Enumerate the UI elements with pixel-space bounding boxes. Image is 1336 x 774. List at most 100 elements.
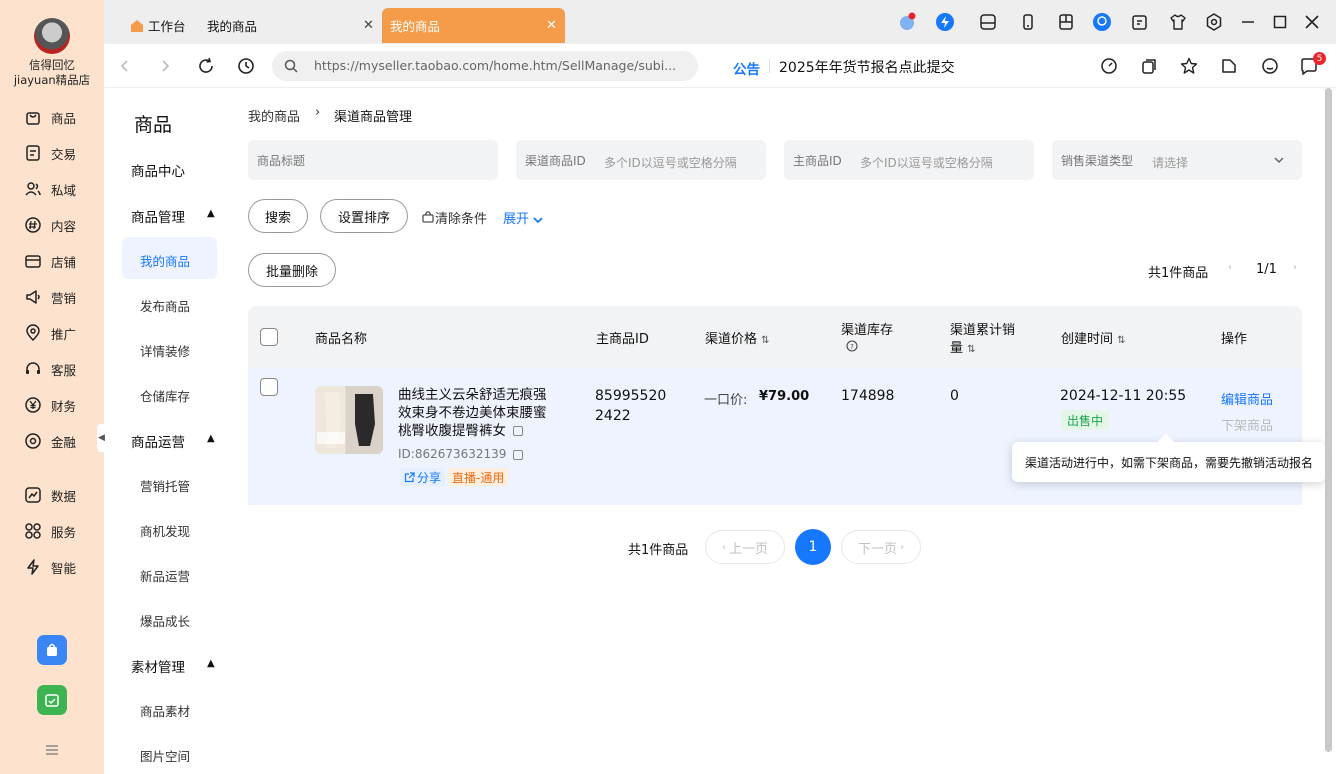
prev-page-button[interactable]: ‹ 上一页 — [705, 530, 785, 564]
search-button[interactable]: 搜索 — [248, 199, 308, 233]
phone-icon[interactable] — [1018, 12, 1038, 32]
minimize-icon[interactable] — [1238, 12, 1258, 32]
nav-item-opportunity[interactable]: 商机发现 — [140, 521, 190, 540]
pagination-total: 共1件商品 — [628, 543, 689, 558]
rail-item-shop[interactable]: 店铺 — [24, 250, 76, 272]
nav-item-decorate[interactable]: 详情装修 — [140, 341, 190, 360]
nav-group-material[interactable]: 素材管理 — [131, 656, 185, 676]
refresh-icon[interactable] — [197, 57, 215, 75]
chevron-up-icon[interactable]: ▲ — [207, 433, 215, 444]
rail-item-banking[interactable]: 金融 — [24, 430, 76, 452]
nav-group-operate[interactable]: 商品运营 — [131, 431, 185, 451]
title-filter-placeholder: 商品标题 — [257, 154, 306, 168]
share-button[interactable]: 分享 — [400, 468, 446, 486]
copy-icon[interactable] — [513, 449, 524, 460]
collapse-sidebar-handle[interactable]: ◀ — [97, 424, 106, 452]
col-sales-line2[interactable]: 量 ⇅ — [950, 337, 976, 356]
lightning-app-icon[interactable] — [935, 12, 955, 32]
batch-delete-button[interactable]: 批量删除 — [248, 253, 336, 287]
col-price[interactable]: 渠道价格 ⇅ — [705, 328, 770, 347]
rail-item-promote[interactable]: 推广 — [24, 322, 76, 344]
rail-item-ai[interactable]: 智能 — [24, 556, 76, 578]
rail-item-finance[interactable]: 财务 — [24, 394, 76, 416]
nav-item-hot-products[interactable]: 爆品成长 — [140, 611, 190, 630]
sort-settings-button[interactable]: 设置排序 — [320, 199, 408, 233]
rail-item-services[interactable]: 服务 — [24, 520, 76, 542]
menu-icon[interactable] — [45, 744, 59, 756]
rail-item-marketing[interactable]: 营销 — [24, 286, 76, 308]
col-created[interactable]: 创建时间 ⇅ — [1061, 328, 1126, 347]
speed-icon[interactable] — [1100, 57, 1118, 75]
folder-icon[interactable] — [1220, 57, 1238, 75]
bag-icon — [26, 112, 40, 125]
clear-conditions-button[interactable]: 清除条件 — [435, 208, 487, 227]
created-time: 2024-12-11 20:55 — [1060, 388, 1187, 404]
copy-icon[interactable] — [1140, 57, 1158, 75]
smile-icon[interactable] — [1261, 57, 1279, 75]
copy-icon[interactable] — [513, 426, 524, 436]
avatar-notify-icon[interactable] — [897, 12, 917, 32]
stock-value: 174898 — [841, 388, 895, 404]
chevron-down-icon[interactable] — [1273, 155, 1285, 165]
rail-item-trade[interactable]: 交易 — [24, 142, 76, 164]
chevron-up-icon[interactable]: ▲ — [207, 208, 215, 219]
tab-my-products-active[interactable]: 我的商品 — [382, 8, 565, 43]
chevron-right-icon[interactable]: › — [1293, 262, 1297, 273]
notice-link[interactable]: 2025年年货节报名点此提交 — [779, 57, 955, 77]
device-icon[interactable] — [978, 12, 998, 32]
tab-close-icon[interactable]: ✕ — [546, 18, 557, 33]
tablet-icon[interactable] — [1056, 12, 1076, 32]
page-1-button[interactable]: 1 — [795, 529, 831, 565]
star-icon[interactable] — [1180, 57, 1198, 75]
eraser-icon[interactable] — [421, 208, 435, 224]
delist-product-link[interactable]: 下架商品 — [1221, 415, 1273, 434]
rail-item-service[interactable]: 客服 — [24, 358, 76, 380]
shirt-icon[interactable] — [1168, 12, 1188, 32]
sales-value: 0 — [950, 388, 959, 404]
app-calendar-button[interactable] — [37, 685, 67, 715]
nav-item-hosting[interactable]: 营销托管 — [140, 476, 190, 495]
rail-item-content[interactable]: 内容 — [24, 214, 76, 236]
support-app-icon[interactable] — [1092, 12, 1112, 32]
store-avatar[interactable] — [34, 18, 70, 54]
help-icon[interactable]: ? — [846, 340, 858, 352]
store-name: 信得回忆 — [29, 58, 75, 72]
breadcrumb-separator: › — [315, 105, 321, 120]
breadcrumb-current: 渠道商品管理 — [334, 110, 413, 125]
expand-button[interactable]: 展开 — [503, 208, 543, 227]
rail-item-private[interactable]: 私域 — [24, 178, 76, 200]
tab-close-icon[interactable]: ✕ — [363, 18, 374, 33]
rail-item-data[interactable]: 数据 — [24, 484, 76, 506]
nav-group-manage[interactable]: 商品管理 — [131, 206, 185, 226]
next-page-button[interactable]: 下一页 › — [841, 530, 921, 564]
nav-product-center[interactable]: 商品中心 — [131, 160, 185, 180]
breadcrumb-parent[interactable]: 我的商品 — [248, 106, 300, 125]
chevron-up-icon[interactable]: ▲ — [207, 658, 215, 669]
nav-item-my-products[interactable]: 我的商品 — [140, 251, 190, 270]
scrollbar[interactable] — [1325, 88, 1332, 752]
product-title[interactable]: 曲线主义云朵舒适无痕强效束身不卷边美体束腰蜜桃臀收腹提臀裤女 — [398, 386, 558, 440]
app-shopping-button[interactable] — [37, 635, 67, 665]
settings-icon[interactable] — [1204, 12, 1224, 32]
edit-product-link[interactable]: 编辑商品 — [1221, 389, 1273, 408]
select-all-checkbox[interactable] — [260, 328, 278, 346]
product-thumbnail[interactable] — [315, 386, 383, 454]
forward-icon[interactable] — [158, 59, 172, 73]
nav-item-images[interactable]: 图片空间 — [140, 746, 190, 765]
tab-my-products[interactable]: 我的商品 — [207, 8, 257, 43]
back-icon[interactable] — [118, 59, 132, 73]
nav-item-materials[interactable]: 商品素材 — [140, 701, 190, 720]
nav-item-inventory[interactable]: 仓储库存 — [140, 386, 190, 405]
row-checkbox[interactable] — [260, 378, 278, 396]
chevron-down-icon — [533, 216, 543, 223]
sort-icon: ⇅ — [967, 344, 976, 355]
rail-item-goods[interactable]: 商品 — [24, 106, 76, 128]
history-icon[interactable] — [237, 57, 255, 75]
maximize-icon[interactable] — [1270, 12, 1290, 32]
nav-item-publish[interactable]: 发布商品 — [140, 296, 190, 315]
close-window-icon[interactable] — [1302, 12, 1322, 32]
note-edit-icon[interactable] — [1130, 12, 1150, 32]
nav-item-new-products[interactable]: 新品运营 — [140, 566, 190, 585]
tab-workbench[interactable]: 工作台 — [130, 8, 186, 43]
chevron-left-icon[interactable]: ‹ — [1228, 262, 1232, 273]
